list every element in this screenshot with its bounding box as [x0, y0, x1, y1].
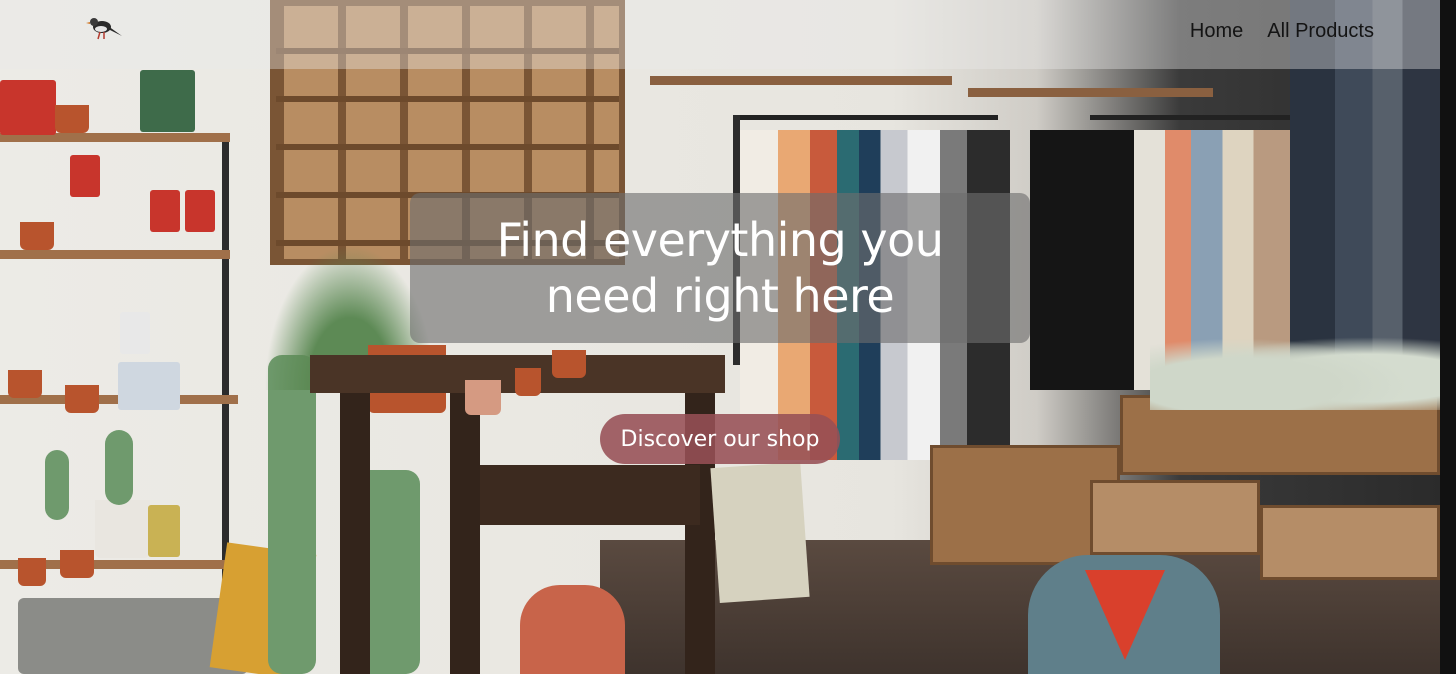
wall-shelf	[0, 250, 230, 259]
clothing-rack	[733, 115, 998, 120]
gas-can	[520, 585, 625, 674]
plant-pot	[18, 558, 46, 586]
wall-shelf	[968, 88, 1213, 97]
wall-shelf	[650, 76, 952, 85]
plant-pot	[55, 105, 89, 133]
discover-shop-button[interactable]: Discover our shop	[600, 414, 840, 464]
air-plants	[1150, 330, 1440, 410]
plant-pot	[60, 550, 94, 578]
main-nav: Home All Products	[1190, 20, 1374, 43]
wooden-crate	[1090, 480, 1260, 555]
vintage-can	[185, 190, 215, 232]
vintage-can	[150, 190, 180, 232]
page-scrollbar[interactable]	[1440, 0, 1456, 674]
wooden-table	[310, 355, 725, 674]
map-rack	[710, 462, 810, 603]
nav-home-link[interactable]: Home	[1190, 20, 1243, 43]
top-nav-bar: Home All Products	[0, 0, 1440, 69]
vintage-can	[70, 155, 100, 197]
wooden-crate	[1260, 505, 1440, 580]
plant-pot	[552, 350, 586, 378]
plant-pot	[20, 222, 54, 250]
hero-headline-box: Find everything you need right here	[410, 193, 1030, 343]
vintage-can	[140, 70, 195, 132]
plant-pot	[515, 368, 541, 396]
plant-pot	[95, 500, 150, 558]
bird-logo-icon[interactable]	[84, 12, 124, 48]
cactus	[105, 430, 133, 505]
tall-cactus	[268, 355, 316, 674]
nav-all-products-link[interactable]: All Products	[1267, 20, 1374, 43]
plant-pot	[65, 385, 99, 413]
vintage-can	[0, 80, 56, 135]
vintage-can	[118, 362, 180, 410]
vintage-can	[120, 312, 150, 354]
plant-pot	[8, 370, 42, 398]
vintage-can	[148, 505, 180, 557]
plant-pot	[465, 380, 501, 415]
clothing-rack	[1090, 115, 1290, 120]
hero-headline: Find everything you need right here	[496, 213, 944, 323]
cactus	[45, 450, 69, 520]
